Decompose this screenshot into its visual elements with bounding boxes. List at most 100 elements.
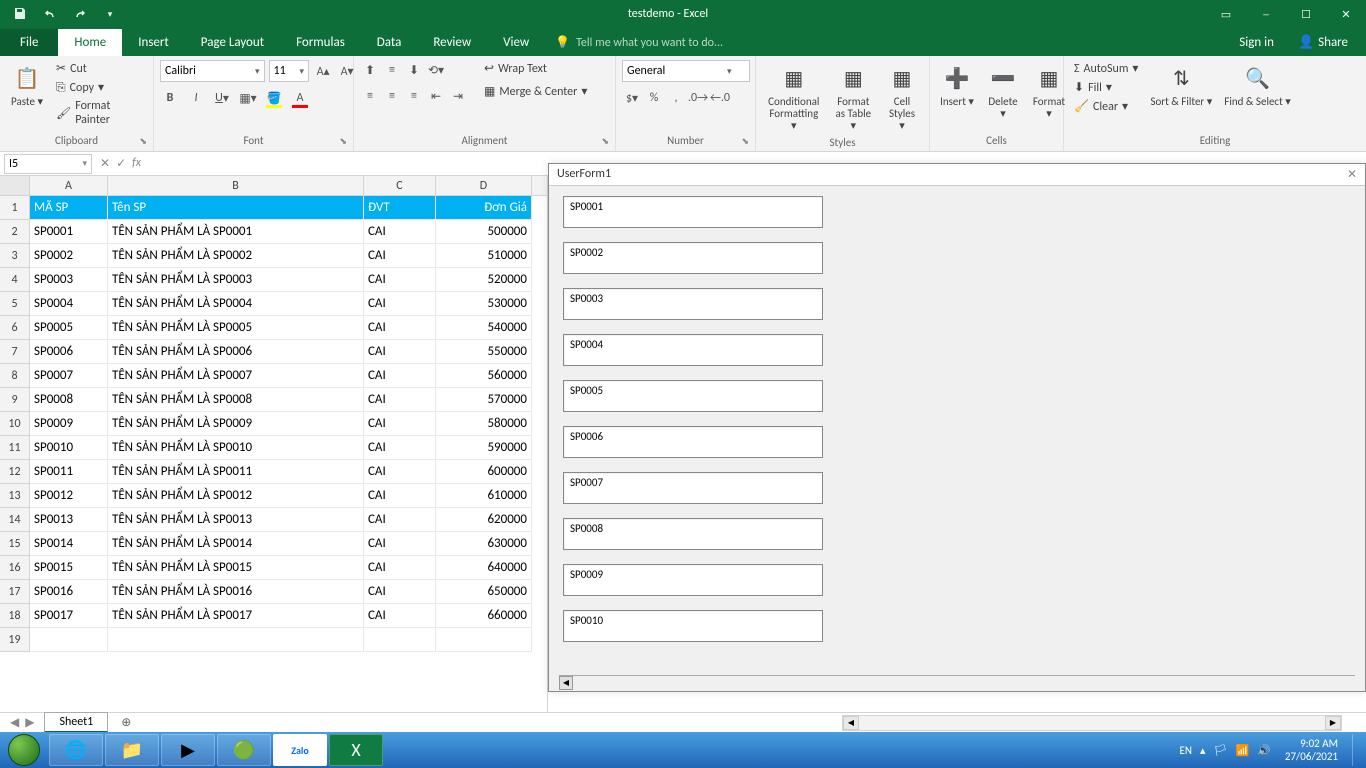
row-header[interactable]: 6 — [0, 316, 30, 340]
autosum-button[interactable]: ΣAutoSum ▾ — [1070, 60, 1142, 77]
format-painter-button[interactable]: 🖌Format Painter — [52, 98, 147, 128]
close-icon[interactable]: ✕ — [1326, 0, 1366, 28]
cell[interactable]: 660000 — [436, 604, 532, 628]
cell[interactable]: TÊN SẢN PHẨM LÀ SP0012 — [108, 484, 364, 508]
cell[interactable]: CAI — [364, 220, 436, 244]
col-header-d[interactable]: D — [436, 176, 532, 195]
userform-textbox[interactable]: SP0004 — [563, 334, 823, 366]
cell[interactable]: CAI — [364, 532, 436, 556]
col-header-b[interactable]: B — [108, 176, 364, 195]
hscroll-left-icon[interactable]: ◀ — [843, 716, 859, 730]
conditional-formatting-button[interactable]: ▦Conditional Formatting ▾ — [762, 60, 826, 134]
font-name-combo[interactable]: ▾ — [160, 60, 265, 82]
cell[interactable]: 630000 — [436, 532, 532, 556]
cell[interactable]: CAI — [364, 268, 436, 292]
taskbar-explorer[interactable]: 📁 — [105, 734, 159, 766]
cell[interactable]: TÊN SẢN PHẨM LÀ SP0004 — [108, 292, 364, 316]
increase-indent-icon[interactable]: ⇥ — [448, 86, 468, 106]
cell[interactable]: CAI — [364, 364, 436, 388]
horizontal-scrollbar[interactable]: ◀ ▶ — [842, 715, 1342, 731]
cell[interactable]: SP0006 — [30, 340, 108, 364]
decrease-indent-icon[interactable]: ⇤ — [426, 86, 446, 106]
align-middle-icon[interactable]: ≡ — [382, 60, 402, 80]
row-header[interactable]: 1 — [0, 196, 30, 220]
scroll-left-icon[interactable]: ◀ — [559, 676, 573, 690]
cell[interactable]: Tên SP — [108, 196, 364, 220]
cell[interactable]: CAI — [364, 316, 436, 340]
cell[interactable]: TÊN SẢN PHẨM LÀ SP0014 — [108, 532, 364, 556]
userform-textbox[interactable]: SP0006 — [563, 426, 823, 458]
cell[interactable]: 580000 — [436, 412, 532, 436]
tray-network-icon[interactable]: 📶 — [1235, 744, 1249, 757]
cell[interactable]: CAI — [364, 388, 436, 412]
tab-view[interactable]: View — [487, 29, 545, 56]
cell[interactable]: TÊN SẢN PHẨM LÀ SP0013 — [108, 508, 364, 532]
fill-button[interactable]: ⬇Fill ▾ — [1070, 79, 1142, 96]
cell[interactable]: TÊN SẢN PHẨM LÀ SP0001 — [108, 220, 364, 244]
copy-button[interactable]: ⎘Copy ▾ — [52, 79, 147, 96]
cell[interactable]: CAI — [364, 340, 436, 364]
row-header[interactable]: 19 — [0, 628, 30, 652]
worksheet-grid[interactable]: A B C D 1MÃ SPTên SPĐVTĐơn Giá2SP0001TÊN… — [0, 176, 548, 712]
cell[interactable]: 650000 — [436, 580, 532, 604]
cell[interactable]: TÊN SẢN PHẨM LÀ SP0007 — [108, 364, 364, 388]
row-header[interactable]: 11 — [0, 436, 30, 460]
row-header[interactable]: 5 — [0, 292, 30, 316]
cell[interactable]: CAI — [364, 604, 436, 628]
find-select-button[interactable]: 🔍Find & Select ▾ — [1220, 60, 1295, 110]
cell[interactable]: SP0001 — [30, 220, 108, 244]
cell[interactable]: CAI — [364, 580, 436, 604]
cell[interactable]: CAI — [364, 412, 436, 436]
cell[interactable] — [436, 628, 532, 652]
tray-flag-icon[interactable]: 🏳 — [1214, 744, 1228, 757]
row-header[interactable]: 16 — [0, 556, 30, 580]
cell[interactable]: SP0014 — [30, 532, 108, 556]
cancel-formula-icon[interactable]: ✕ — [100, 156, 110, 171]
italic-button[interactable]: I — [186, 88, 206, 108]
cell[interactable]: SP0013 — [30, 508, 108, 532]
start-button[interactable] — [0, 732, 48, 768]
cell[interactable] — [108, 628, 364, 652]
userform-textbox[interactable]: SP0007 — [563, 472, 823, 504]
cell[interactable]: SP0004 — [30, 292, 108, 316]
userform-textbox[interactable]: SP0008 — [563, 518, 823, 550]
tab-file[interactable]: File — [0, 29, 58, 56]
cell[interactable]: 560000 — [436, 364, 532, 388]
userform-textbox[interactable]: SP0005 — [563, 380, 823, 412]
cell[interactable]: TÊN SẢN PHẨM LÀ SP0016 — [108, 580, 364, 604]
row-header[interactable]: 4 — [0, 268, 30, 292]
taskbar-excel[interactable]: X — [329, 734, 383, 766]
border-button[interactable]: ▦▾ — [238, 88, 258, 108]
row-header[interactable]: 15 — [0, 532, 30, 556]
align-top-icon[interactable]: ⬆ — [360, 60, 380, 80]
cell[interactable]: SP0007 — [30, 364, 108, 388]
align-center-icon[interactable]: ≡ — [382, 86, 402, 106]
userform-textbox[interactable]: SP0009 — [563, 564, 823, 596]
cell[interactable]: 610000 — [436, 484, 532, 508]
row-header[interactable]: 12 — [0, 460, 30, 484]
cell[interactable]: Đơn Giá — [436, 196, 532, 220]
tab-page-layout[interactable]: Page Layout — [185, 29, 280, 56]
clear-button[interactable]: 🧹Clear ▾ — [1070, 98, 1142, 115]
fx-icon[interactable]: fx — [132, 156, 141, 171]
tray-clock[interactable]: 9:02 AM 27/06/2021 — [1279, 737, 1344, 763]
percent-format-icon[interactable]: % — [644, 88, 664, 108]
cell[interactable]: TÊN SẢN PHẨM LÀ SP0015 — [108, 556, 364, 580]
bold-button[interactable]: B — [160, 88, 180, 108]
cell[interactable] — [364, 628, 436, 652]
cell[interactable]: CAI — [364, 436, 436, 460]
alignment-launcher-icon[interactable]: ⬊ — [601, 136, 609, 147]
tab-review[interactable]: Review — [417, 29, 487, 56]
cell[interactable] — [30, 628, 108, 652]
sheet-nav-prev-icon[interactable]: ◀ — [10, 715, 19, 730]
accounting-format-icon[interactable]: $▾ — [622, 88, 642, 108]
row-header[interactable]: 10 — [0, 412, 30, 436]
taskbar-media[interactable]: ▶ — [161, 734, 215, 766]
userform-window[interactable]: UserForm1 ✕ SP0001SP0002SP0003SP0004SP00… — [548, 163, 1366, 692]
cell[interactable]: 520000 — [436, 268, 532, 292]
sheet-nav-next-icon[interactable]: ▶ — [25, 715, 34, 730]
tray-volume-icon[interactable]: 🔊 — [1257, 744, 1271, 757]
cell-styles-button[interactable]: ▦Cell Styles ▾ — [881, 60, 923, 134]
paste-button[interactable]: 📋 Paste ▾ — [6, 60, 48, 110]
tray-show-hidden-icon[interactable]: ▴ — [1200, 744, 1206, 757]
